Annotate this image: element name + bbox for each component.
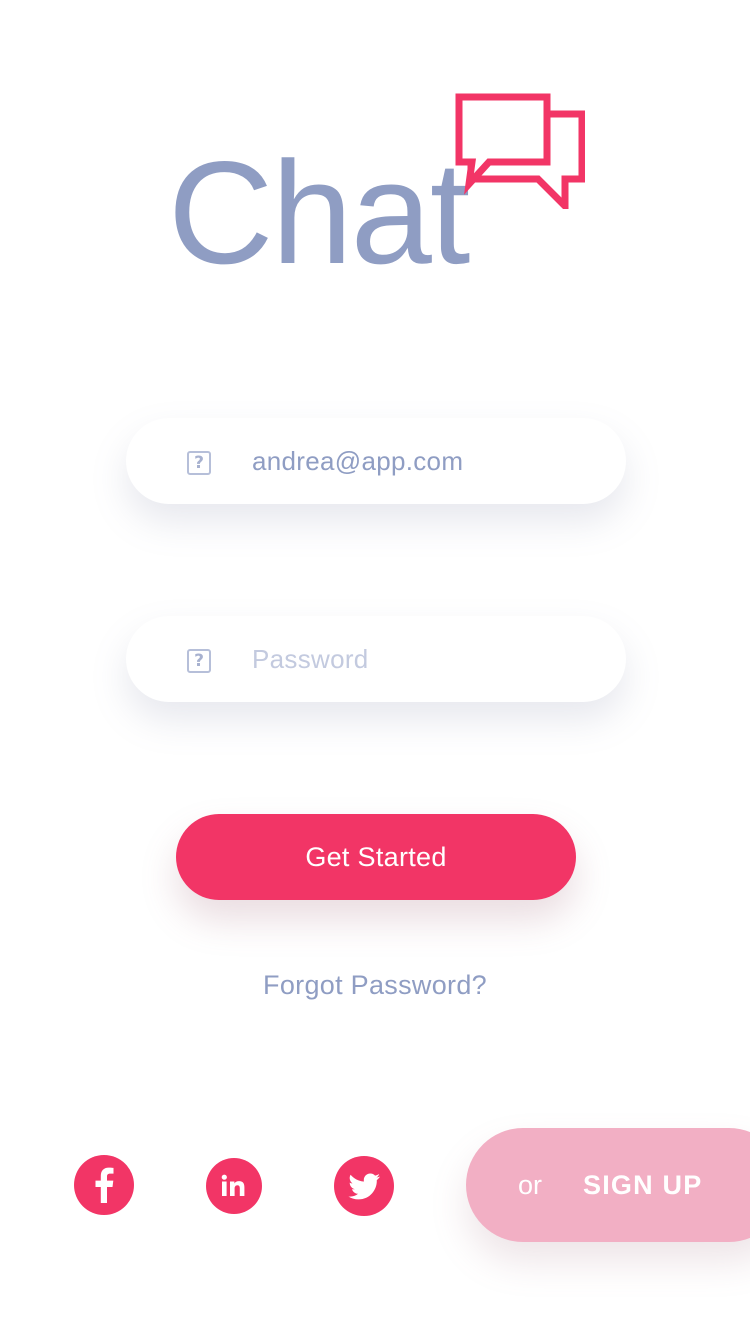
email-field[interactable]: ? andrea@app.com	[126, 418, 626, 504]
twitter-icon	[348, 1173, 380, 1200]
email-placeholder-icon: ?	[187, 451, 211, 475]
linkedin-button[interactable]	[206, 1158, 262, 1214]
password-placeholder[interactable]: Password	[252, 616, 369, 702]
sign-up-button[interactable]: or SIGN UP	[466, 1128, 750, 1242]
facebook-icon	[95, 1167, 114, 1203]
forgot-password-link[interactable]: Forgot Password?	[0, 970, 750, 1001]
app-logo-text: Chat	[168, 131, 470, 294]
get-started-button[interactable]: Get Started	[176, 814, 576, 900]
signup-or-label: or	[518, 1170, 543, 1200]
twitter-button[interactable]	[334, 1156, 394, 1216]
password-field[interactable]: ? Password	[126, 616, 626, 702]
linkedin-icon	[221, 1174, 245, 1196]
password-placeholder-icon: ?	[187, 649, 211, 673]
login-screen: Chat ? andrea@app.com ? Password Get Sta…	[0, 0, 750, 1334]
signup-label[interactable]: SIGN UP	[583, 1128, 702, 1242]
email-value[interactable]: andrea@app.com	[252, 418, 463, 504]
facebook-button[interactable]	[74, 1155, 134, 1215]
chat-bubbles-icon	[455, 93, 585, 209]
